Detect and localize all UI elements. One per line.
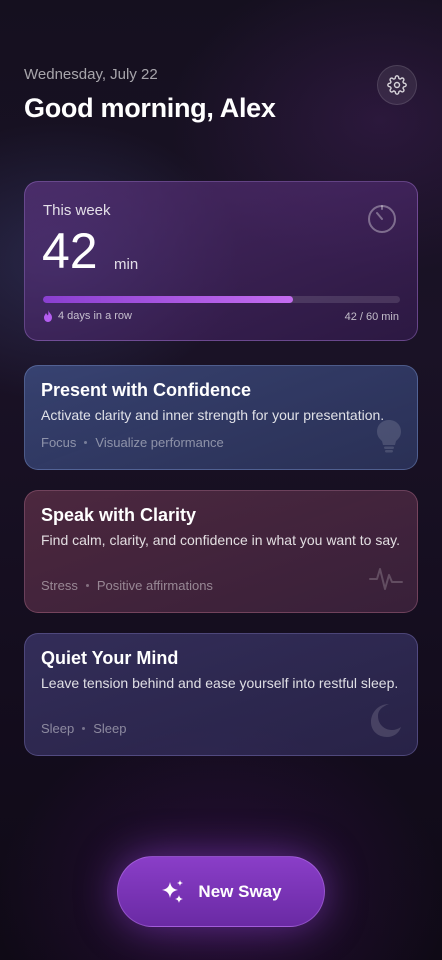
week-minutes: 42 (42, 223, 98, 279)
session-tags: Sleep Sleep (41, 721, 127, 736)
new-sway-button[interactable]: New Sway (117, 856, 325, 927)
tag-category: Stress (41, 578, 78, 593)
moon-icon (371, 704, 401, 737)
timer-icon (368, 205, 396, 233)
tag-category: Focus (41, 435, 77, 450)
tag-separator (82, 727, 86, 730)
pulse-icon (369, 568, 403, 590)
flame-icon (44, 310, 52, 322)
streak-text: 4 days in a row (58, 310, 132, 322)
progress-text: 42 / 60 min (344, 311, 399, 323)
session-description: Find calm, clarity, and confidence in wh… (41, 532, 400, 548)
week-label: This week (43, 202, 111, 219)
tag-technique: Visualize performance (95, 435, 224, 450)
streak-info: 4 days in a row (43, 310, 132, 322)
session-card-quiet-mind[interactable]: Quiet Your Mind Leave tension behind and… (24, 633, 418, 756)
tag-separator (85, 584, 89, 587)
session-tags: Focus Visualize performance (41, 435, 224, 450)
progress-bar (43, 296, 400, 303)
session-title: Quiet Your Mind (41, 648, 179, 668)
progress-fill (43, 296, 293, 303)
tag-separator (84, 441, 88, 444)
session-card-confidence[interactable]: Present with Confidence Activate clarity… (24, 365, 418, 470)
week-unit: min (114, 256, 139, 273)
settings-button[interactable] (377, 65, 417, 105)
session-description: Activate clarity and inner strength for … (41, 407, 385, 423)
gear-icon (387, 75, 407, 95)
session-card-clarity[interactable]: Speak with Clarity Find calm, clarity, a… (24, 490, 418, 613)
new-sway-label: New Sway (198, 881, 282, 901)
session-title: Speak with Clarity (41, 505, 197, 525)
greeting-title: Good morning, Alex (24, 93, 276, 123)
tag-technique: Positive affirmations (96, 578, 213, 593)
tag-technique: Sleep (93, 721, 127, 736)
date-label: Wednesday, July 22 (24, 66, 158, 83)
session-tags: Stress Positive affirmations (41, 578, 213, 593)
weekly-progress-card[interactable]: This week 42 min 4 days in a row 42 / 60… (24, 181, 418, 341)
tag-category: Sleep (41, 721, 75, 736)
session-description: Leave tension behind and ease yourself i… (41, 675, 399, 691)
sparkles-icon (162, 879, 184, 903)
session-title: Present with Confidence (41, 380, 252, 400)
lightbulb-icon (377, 420, 401, 453)
